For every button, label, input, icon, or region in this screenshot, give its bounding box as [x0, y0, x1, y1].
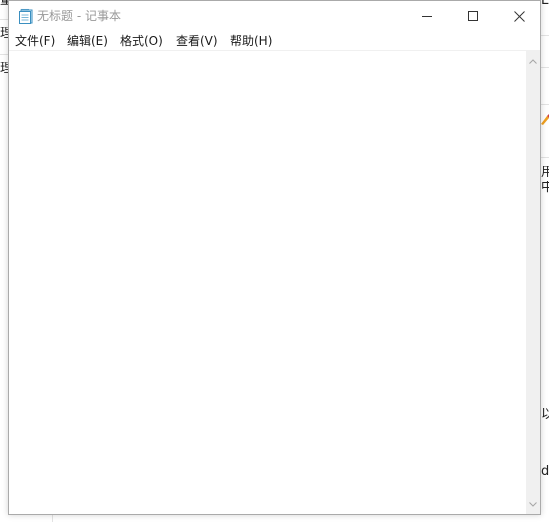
background-divider [541, 104, 549, 105]
background-divider [541, 35, 549, 36]
menu-file[interactable]: 文件(F) [15, 33, 55, 49]
background-divider [541, 157, 549, 158]
menu-help[interactable]: 帮助(H) [230, 33, 272, 49]
scroll-up-button[interactable] [526, 53, 540, 69]
background-text-fragment: d [541, 465, 549, 479]
maximize-button[interactable] [450, 1, 496, 31]
background-text-fragment: 用 [541, 166, 549, 180]
close-icon [513, 10, 525, 22]
background-divider [541, 67, 549, 68]
maximize-icon [468, 11, 478, 21]
background-text-fragment: 量 [0, 0, 8, 8]
notepad-icon [19, 8, 33, 24]
background-divider [52, 515, 53, 522]
background-text-fragment: 理 [0, 62, 8, 76]
background-divider [0, 54, 8, 55]
background-text-fragment: 以 [541, 408, 549, 422]
title-bar[interactable]: 无标题 - 记事本 [9, 1, 540, 31]
scroll-up-arrow-icon [529, 58, 537, 64]
text-editor-area[interactable] [9, 51, 526, 514]
background-text-fragment: 理 [0, 27, 8, 41]
background-divider [0, 19, 8, 20]
menu-bar: 文件(F) 编辑(E) 格式(O) 查看(V) 帮助(H) [9, 31, 540, 51]
scroll-down-button[interactable] [526, 496, 540, 512]
window-title: 无标题 - 记事本 [37, 9, 121, 23]
menu-view[interactable]: 查看(V) [176, 33, 218, 49]
vertical-scrollbar[interactable] [526, 51, 540, 514]
background-text-fragment: 中 [541, 181, 549, 195]
minimize-icon [422, 16, 432, 17]
background-text-fragment: E [541, 0, 549, 8]
minimize-button[interactable] [404, 1, 450, 31]
menu-format[interactable]: 格式(O) [120, 33, 163, 49]
notepad-window: 无标题 - 记事本 文件(F) 编辑(E) 格式(O) 查看(V) 帮助(H) [8, 0, 541, 515]
close-button[interactable] [496, 1, 542, 31]
background-pencil-icon [541, 114, 549, 125]
menu-edit[interactable]: 编辑(E) [67, 33, 108, 49]
scroll-down-arrow-icon [529, 501, 537, 507]
